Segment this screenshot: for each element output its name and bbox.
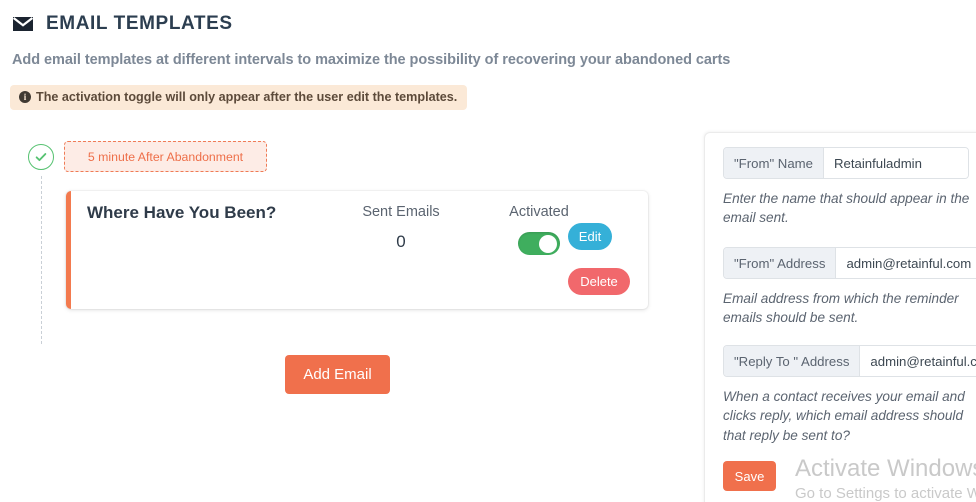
page-title: EMAIL TEMPLATES [46, 13, 233, 34]
reply-to-address-input[interactable] [860, 346, 976, 376]
reply-to-address-help: When a contact receives your email and c… [723, 389, 965, 443]
sent-emails-value: 0 [396, 232, 406, 251]
envelope-icon [12, 16, 34, 32]
check-circle-icon [28, 144, 54, 170]
from-name-help: Enter the name that should appear in the… [723, 191, 970, 226]
page-subtitle: Add email templates at different interva… [12, 52, 731, 68]
template-title: Where Have You Been? [87, 203, 277, 222]
from-address-label: "From" Address [724, 248, 837, 278]
save-button[interactable]: Save [723, 461, 776, 491]
activated-toggle[interactable] [518, 232, 560, 255]
reply-to-address-label: "Reply To " Address [724, 346, 861, 376]
from-address-help: Email address from which the reminder em… [723, 291, 959, 326]
from-name-group: "From" Name [723, 147, 969, 179]
toggle-knob [539, 234, 557, 253]
email-templates-page: EMAIL TEMPLATES Add email templates at d… [0, 0, 976, 502]
info-circle-icon: i [19, 91, 31, 103]
info-alert: i The activation toggle will only appear… [10, 85, 468, 110]
page-header: EMAIL TEMPLATES [12, 14, 233, 33]
delete-button[interactable]: Delete [568, 268, 630, 295]
edit-button[interactable]: Edit [568, 223, 612, 250]
sent-emails-column: Sent Emails 0 [341, 204, 461, 252]
activated-label: Activated [509, 204, 569, 220]
from-name-label: "From" Name [724, 148, 824, 178]
from-address-input[interactable] [836, 248, 976, 278]
reply-to-address-group: "Reply To " Address [723, 345, 976, 377]
sender-settings-panel: "From" Name Enter the name that should a… [705, 133, 976, 502]
sent-emails-label: Sent Emails [362, 204, 440, 220]
interval-badge[interactable]: 5 minute After Abandonment [64, 141, 267, 172]
from-name-input[interactable] [823, 148, 968, 178]
info-alert-text: The activation toggle will only appear a… [36, 90, 458, 104]
email-template-card: Where Have You Been? Sent Emails 0 Activ… [66, 191, 648, 309]
timeline-connector [41, 176, 42, 344]
add-email-button[interactable]: Add Email [285, 355, 390, 394]
from-address-group: "From" Address [723, 247, 976, 279]
